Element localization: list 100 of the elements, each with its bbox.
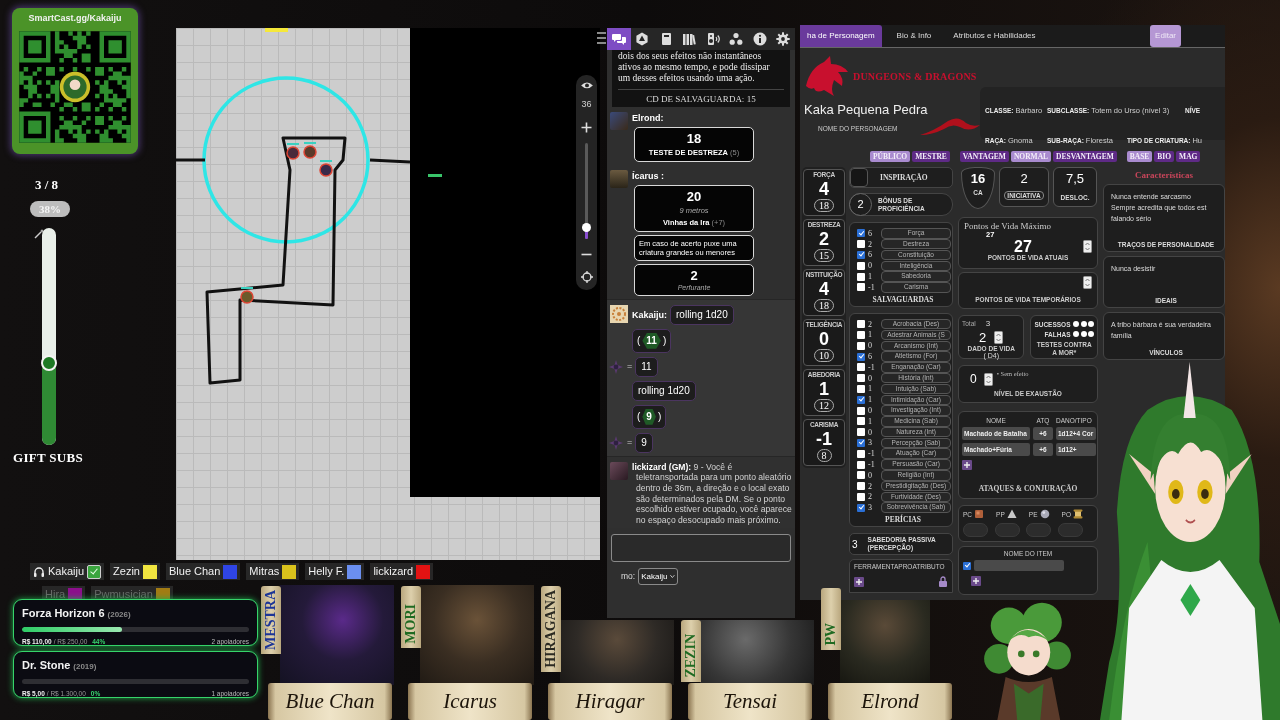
- save-modifier: 2: [868, 239, 873, 249]
- coin-field[interactable]: [994, 523, 1020, 537]
- death-save-circle[interactable]: [1073, 321, 1079, 327]
- name-scroll: Hiragar: [548, 683, 672, 720]
- roll-total: 11: [635, 356, 658, 377]
- save-modifier: 1: [868, 272, 873, 282]
- skill-modifier: 1: [868, 330, 873, 340]
- skill-modifier: 0: [868, 470, 873, 480]
- add-button[interactable]: [971, 576, 981, 586]
- save-modifier: 6: [868, 228, 873, 238]
- coin-field[interactable]: [963, 523, 988, 537]
- checkbox[interactable]: [857, 438, 865, 447]
- chat-message: lickizard (GM): 9 - Você é teletransportada para um ponto aleatório dentro de 36m, a direção e o local exato são determinados pela DM. Se o ponto escolhido estiver ocupado, você aparece no espaço desocupado mais próximo.: [632, 461, 792, 526]
- player-name: Pwmusician: [94, 587, 153, 603]
- token-icon[interactable]: [240, 287, 254, 304]
- chat-input[interactable]: [611, 534, 791, 563]
- checkbox[interactable]: [857, 240, 865, 249]
- checkbox[interactable]: [857, 428, 865, 437]
- add-button[interactable]: [962, 460, 972, 470]
- checkbox[interactable]: [857, 406, 865, 415]
- marker-icon: [265, 28, 288, 32]
- checkbox[interactable]: [857, 352, 865, 361]
- checkbox[interactable]: [857, 395, 865, 404]
- skill-modifier: 3: [868, 438, 873, 448]
- checkbox[interactable]: [857, 492, 865, 501]
- banner-text: MORI: [403, 604, 419, 644]
- stat-value: 7,5: [1065, 171, 1085, 187]
- player-name: lickizard: [373, 564, 414, 580]
- banner-text: ZEZIN: [683, 634, 699, 678]
- checkbox[interactable]: [857, 482, 865, 491]
- death-save-circle[interactable]: [1080, 321, 1087, 327]
- checkbox[interactable]: [963, 561, 971, 570]
- inspiration-checkbox[interactable]: [850, 168, 868, 187]
- center-view-button[interactable]: [579, 270, 594, 284]
- checkbox[interactable]: [857, 417, 865, 426]
- checkbox[interactable]: [857, 374, 865, 383]
- checkbox[interactable]: [857, 503, 865, 512]
- ability-score: 8: [816, 449, 832, 462]
- spell-description: dois dos seus efeitos não instantâneos ativos ao mesmo tempo, e pode dissipar um desses efeitos usando uma ação.: [618, 51, 771, 84]
- token-icon[interactable]: [319, 160, 333, 177]
- checkbox[interactable]: [857, 460, 865, 469]
- stat-value: 2: [1020, 171, 1028, 187]
- gift-subs-label: GIFT SUBS: [13, 450, 84, 466]
- death-save-circle[interactable]: [1088, 321, 1094, 327]
- checkbox[interactable]: [857, 363, 865, 372]
- save-modifier: 6: [868, 250, 873, 260]
- coin-field[interactable]: [1057, 523, 1083, 537]
- roll-command: rolling 1d20: [632, 380, 696, 401]
- checkbox[interactable]: [857, 283, 865, 292]
- checkbox[interactable]: [857, 471, 865, 480]
- checkbox[interactable]: [857, 330, 865, 339]
- sheet-tab[interactable]: ha de Personagem: [800, 25, 882, 47]
- skill-modifier: 3: [868, 503, 873, 513]
- death-save-circle[interactable]: [1073, 331, 1079, 337]
- checkbox[interactable]: [857, 251, 865, 259]
- speaker-label: mo:: [621, 570, 636, 584]
- qr-link-text: SmartCast.gg/Kakaiju: [27, 12, 123, 25]
- sheet-tab[interactable]: Atributos e Habilidades: [946, 25, 1043, 47]
- zoom-in-button[interactable]: [579, 120, 594, 134]
- panel-tab[interactable]: [607, 28, 631, 50]
- exhaustion-value: 0: [970, 371, 977, 388]
- zoom-slider[interactable]: [585, 142, 588, 239]
- checkbox[interactable]: [857, 229, 865, 238]
- checkbox[interactable]: [857, 272, 865, 281]
- eye-icon: [580, 81, 593, 90]
- death-save-circle[interactable]: [1088, 331, 1094, 337]
- skill-modifier: -1: [868, 460, 876, 470]
- coin-field[interactable]: [1026, 523, 1052, 537]
- max-hp-label: Pontos de Vida Máximo: [964, 221, 1053, 231]
- token-icon[interactable]: [303, 142, 317, 159]
- checkbox[interactable]: [857, 261, 865, 270]
- avatar-placeholder: [610, 170, 628, 189]
- slider-thumb[interactable]: [582, 222, 591, 232]
- player-name: Mitras: [249, 564, 280, 580]
- skill-modifier: 1: [868, 395, 873, 405]
- number-spinner[interactable]: [983, 372, 993, 386]
- checkbox[interactable]: [857, 341, 865, 350]
- roll-total: 18: [686, 131, 702, 147]
- number-spinner[interactable]: [1083, 276, 1092, 289]
- plus-icon: [855, 577, 863, 586]
- skill-modifier: 1: [868, 416, 873, 426]
- ability-score: 15: [814, 249, 834, 262]
- death-save-circle[interactable]: [1080, 331, 1087, 337]
- token-icon[interactable]: [286, 143, 300, 160]
- goal-title: Dr. Stone: [22, 658, 71, 673]
- checkbox[interactable]: [857, 384, 865, 393]
- speaker-select[interactable]: Kakaiju: [638, 568, 679, 586]
- sheet-tab[interactable]: Bio & Info: [889, 25, 939, 47]
- checkbox[interactable]: [857, 449, 865, 458]
- books-icon: [682, 32, 697, 46]
- menu-icon[interactable]: [597, 31, 606, 45]
- number-spinner[interactable]: [994, 331, 1004, 344]
- stepper-arrows-icon: [1083, 276, 1092, 289]
- current-hp-value: 27: [1014, 239, 1032, 254]
- number-spinner[interactable]: [1083, 240, 1092, 253]
- item-name-field[interactable]: [974, 560, 1064, 571]
- checkbox[interactable]: [857, 320, 865, 329]
- add-button[interactable]: [854, 576, 864, 587]
- skill-modifier: 0: [868, 427, 873, 437]
- settings-icon: [776, 32, 791, 46]
